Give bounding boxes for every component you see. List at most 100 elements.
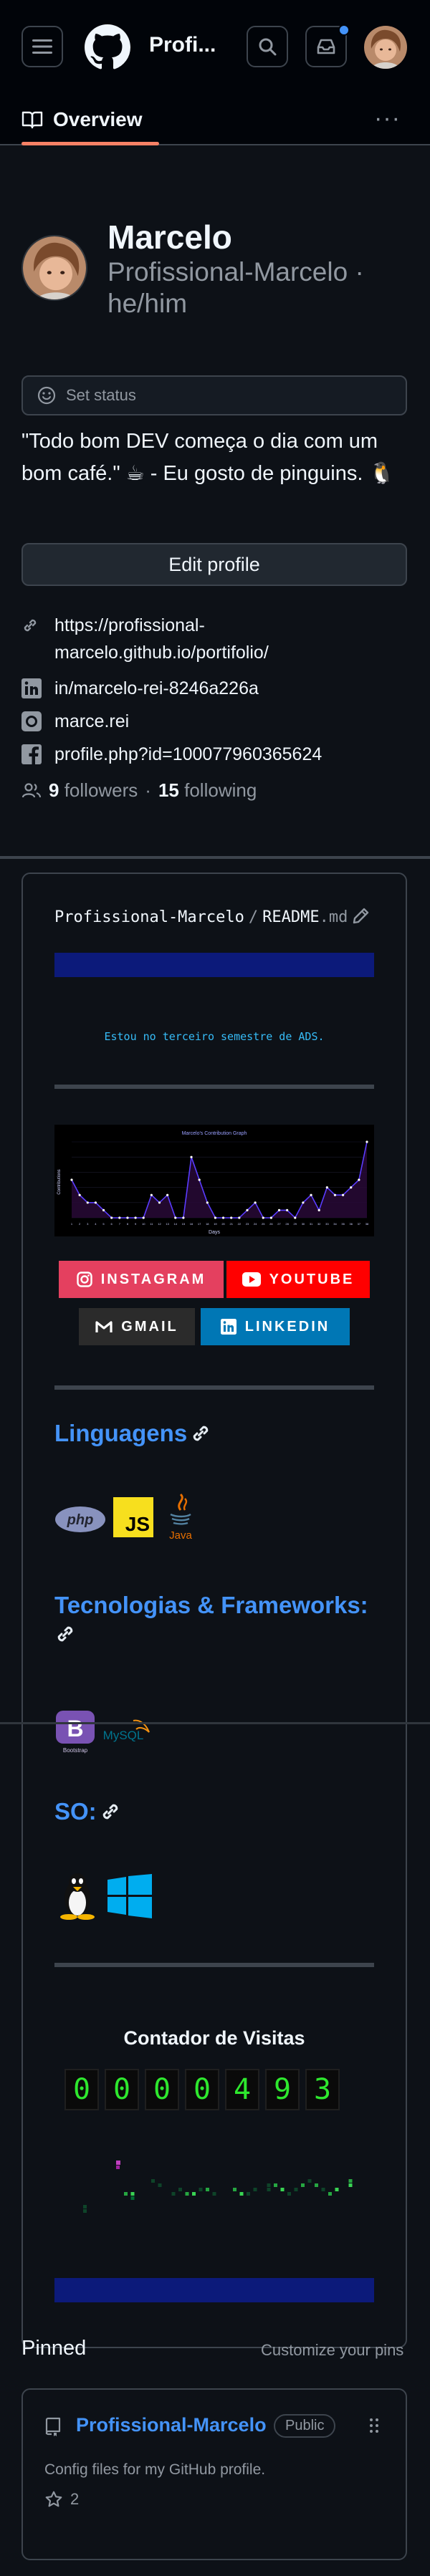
- snake-cell: [130, 2196, 135, 2200]
- anchor-link-icon[interactable]: [54, 1623, 76, 1645]
- readme-card: Profissional-Marcelo / README .md Estou …: [22, 873, 407, 2348]
- graph-x-tick: 9: [135, 1222, 137, 1226]
- readme-path: Profissional-Marcelo / README .md: [54, 908, 348, 926]
- graph-point: [86, 1201, 89, 1204]
- grabber-icon[interactable]: [368, 2417, 380, 2438]
- graph-point: [350, 1186, 353, 1189]
- youtube-badge[interactable]: YOUTUBE: [226, 1261, 370, 1298]
- search-icon[interactable]: [247, 26, 288, 67]
- graph-point: [277, 1208, 281, 1211]
- profile-avatar[interactable]: [22, 235, 87, 301]
- linkedin-icon: [22, 675, 44, 702]
- php-logo-text: php: [67, 1512, 94, 1528]
- linkedin-link[interactable]: in/marcelo-rei-8246a226a: [54, 675, 259, 702]
- following-label: following: [184, 779, 257, 801]
- github-logo-icon[interactable]: [85, 24, 130, 70]
- snake-cell: [233, 2188, 236, 2191]
- anchor-link-icon[interactable]: [100, 1801, 121, 1822]
- instagram-badge-label: INSTAGRAM: [100, 1271, 206, 1287]
- snake-cell: [83, 2209, 87, 2213]
- snake-cell: [328, 2192, 332, 2196]
- snake-animation: [83, 2161, 353, 2213]
- bootstrap-text: Bootstrap: [63, 1747, 88, 1754]
- snake-cell: [212, 2192, 216, 2196]
- profile-website: https://profissional-marcelo.github.io/p…: [22, 612, 355, 666]
- graph-x-tick: 13: [166, 1222, 169, 1226]
- snake-cell: [185, 2192, 189, 2196]
- graph-x-tick: 10: [142, 1222, 145, 1226]
- bootstrap-logo-icon: B Bootstrap: [54, 1709, 96, 1759]
- graph-x-tick: 30: [302, 1222, 305, 1226]
- website-link[interactable]: https://profissional-marcelo.github.io/p…: [54, 612, 355, 666]
- snake-cell: [158, 2183, 162, 2187]
- graph-x-tick: 2: [79, 1222, 81, 1226]
- hamburger-menu-icon[interactable]: [22, 26, 63, 67]
- tab-overview[interactable]: Overview: [22, 93, 143, 145]
- snake-cell: [287, 2192, 291, 2196]
- set-status-button[interactable]: Set status: [22, 375, 407, 415]
- graph-x-tick: 31: [310, 1222, 313, 1226]
- link-icon: [22, 612, 44, 639]
- header-banner: [54, 953, 374, 977]
- graph-point: [134, 1216, 137, 1219]
- instagram-badge[interactable]: INSTAGRAM: [59, 1261, 224, 1298]
- graph-x-tick: 36: [350, 1222, 353, 1226]
- graph-x-tick: 6: [111, 1222, 113, 1226]
- graph-point: [198, 1178, 201, 1181]
- graph-x-tick: 20: [221, 1222, 225, 1226]
- graph-point: [325, 1186, 328, 1189]
- followers-link[interactable]: 9 followers: [49, 779, 138, 802]
- graph-x-tick: 32: [317, 1222, 321, 1226]
- readme-owner[interactable]: Profissional-Marcelo: [54, 908, 244, 926]
- graph-x-tick: 27: [277, 1222, 281, 1226]
- customize-pins-link[interactable]: Customize your pins: [261, 2341, 403, 2360]
- edit-profile-button[interactable]: Edit profile: [22, 543, 407, 586]
- graph-point: [262, 1216, 264, 1219]
- snake-cell: [315, 2183, 318, 2187]
- instagram-icon: [76, 1272, 92, 1287]
- followers-label: followers: [64, 779, 138, 801]
- profile-linkedin: in/marcelo-rei-8246a226a: [22, 675, 259, 702]
- book-icon: [22, 111, 43, 128]
- graph-x-tick: 12: [158, 1222, 161, 1226]
- graph-point: [126, 1216, 129, 1219]
- graph-point: [206, 1201, 209, 1204]
- youtube-icon: [242, 1272, 261, 1287]
- following-link[interactable]: 15 following: [158, 779, 257, 802]
- snake-cell: [247, 2192, 250, 2196]
- tab-bar: Overview ···: [0, 93, 430, 145]
- graph-point: [317, 1208, 320, 1211]
- mysql-text: MySQL: [103, 1729, 144, 1742]
- section-divider: [0, 1722, 430, 1724]
- graph-point: [214, 1216, 217, 1219]
- graph-x-tick: 28: [285, 1222, 289, 1226]
- pencil-icon[interactable]: [351, 905, 371, 929]
- star-icon: [45, 2491, 62, 2507]
- graph-area: [72, 1142, 367, 1218]
- linux-tux-icon: [54, 1870, 100, 1923]
- counter-digit: 0: [145, 2069, 179, 2110]
- pinned-repo-card[interactable]: Profissional-Marcelo Public Config files…: [22, 2388, 407, 2560]
- kebab-horizontal-icon[interactable]: ···: [374, 105, 401, 133]
- gmail-icon: [95, 1321, 113, 1332]
- anchor-link-icon[interactable]: [190, 1423, 211, 1444]
- section-divider: [0, 856, 430, 859]
- pinned-repo-name[interactable]: Profissional-Marcelo: [76, 2414, 267, 2436]
- graph-point: [78, 1193, 81, 1196]
- snake-cell: [307, 2179, 312, 2183]
- instagram-link[interactable]: marce.rei: [54, 708, 129, 735]
- readme-file[interactable]: README: [262, 908, 319, 926]
- avatar[interactable]: [364, 26, 407, 69]
- snake-cell: [335, 2188, 339, 2191]
- snake-cell: [83, 2205, 87, 2209]
- graph-point: [182, 1216, 185, 1219]
- snake-cell: [348, 2183, 353, 2187]
- counter-digit: 3: [305, 2069, 340, 2110]
- linkedin-badge[interactable]: LINKEDIN: [201, 1308, 350, 1345]
- stargazers-link[interactable]: 2: [44, 2490, 79, 2509]
- graph-x-tick: 29: [294, 1222, 297, 1226]
- gmail-badge[interactable]: GMAIL: [79, 1308, 195, 1345]
- page-title[interactable]: Profi...: [149, 33, 221, 57]
- graph-title: Marcelo's Contribution Graph: [182, 1131, 247, 1136]
- facebook-link[interactable]: profile.php?id=100077960365624: [54, 741, 322, 768]
